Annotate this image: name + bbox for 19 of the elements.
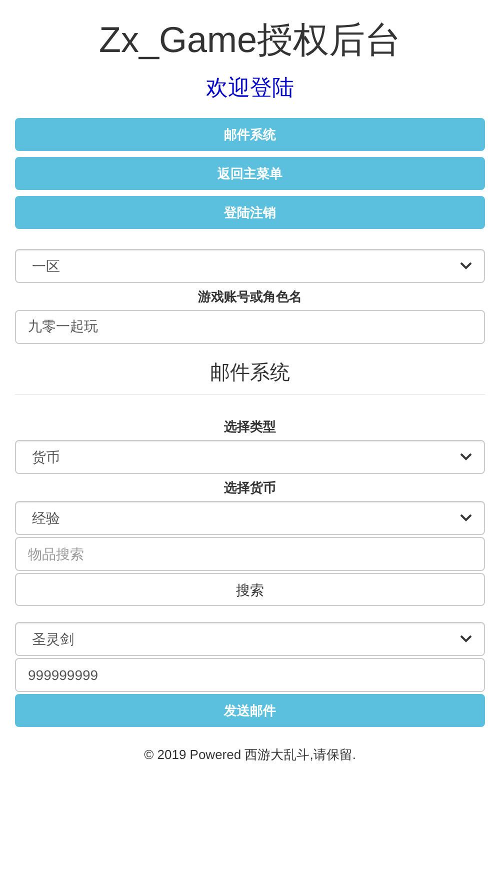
chevron-down-icon xyxy=(460,262,472,270)
input-field[interactable]: 999999999 xyxy=(15,658,485,692)
section-heading: 邮件系统 xyxy=(210,361,290,386)
page-title: Zx_Game授权后台 xyxy=(98,18,402,62)
input-field[interactable]: 物品搜索 xyxy=(15,537,485,571)
field-label: 选择货币 xyxy=(224,479,276,496)
chevron-down-icon xyxy=(460,635,472,643)
select-field[interactable]: 经验 xyxy=(15,501,485,535)
search-button[interactable]: 搜索 xyxy=(15,573,485,606)
field-label: 选择类型 xyxy=(224,418,276,435)
field-label: 游戏账号或角色名 xyxy=(198,288,302,305)
chevron-down-icon xyxy=(460,514,472,522)
select-field[interactable]: 货币 xyxy=(15,440,485,474)
input-field[interactable]: 九零一起玩 xyxy=(15,310,485,344)
footer-text: © 2019 Powered 西游大乱斗,请保留. xyxy=(144,746,356,764)
select-field[interactable]: 一区 xyxy=(15,249,485,283)
chevron-down-icon xyxy=(460,453,472,461)
welcome-heading: 欢迎登陆 xyxy=(206,74,294,102)
select-field[interactable]: 圣灵剑 xyxy=(15,622,485,656)
